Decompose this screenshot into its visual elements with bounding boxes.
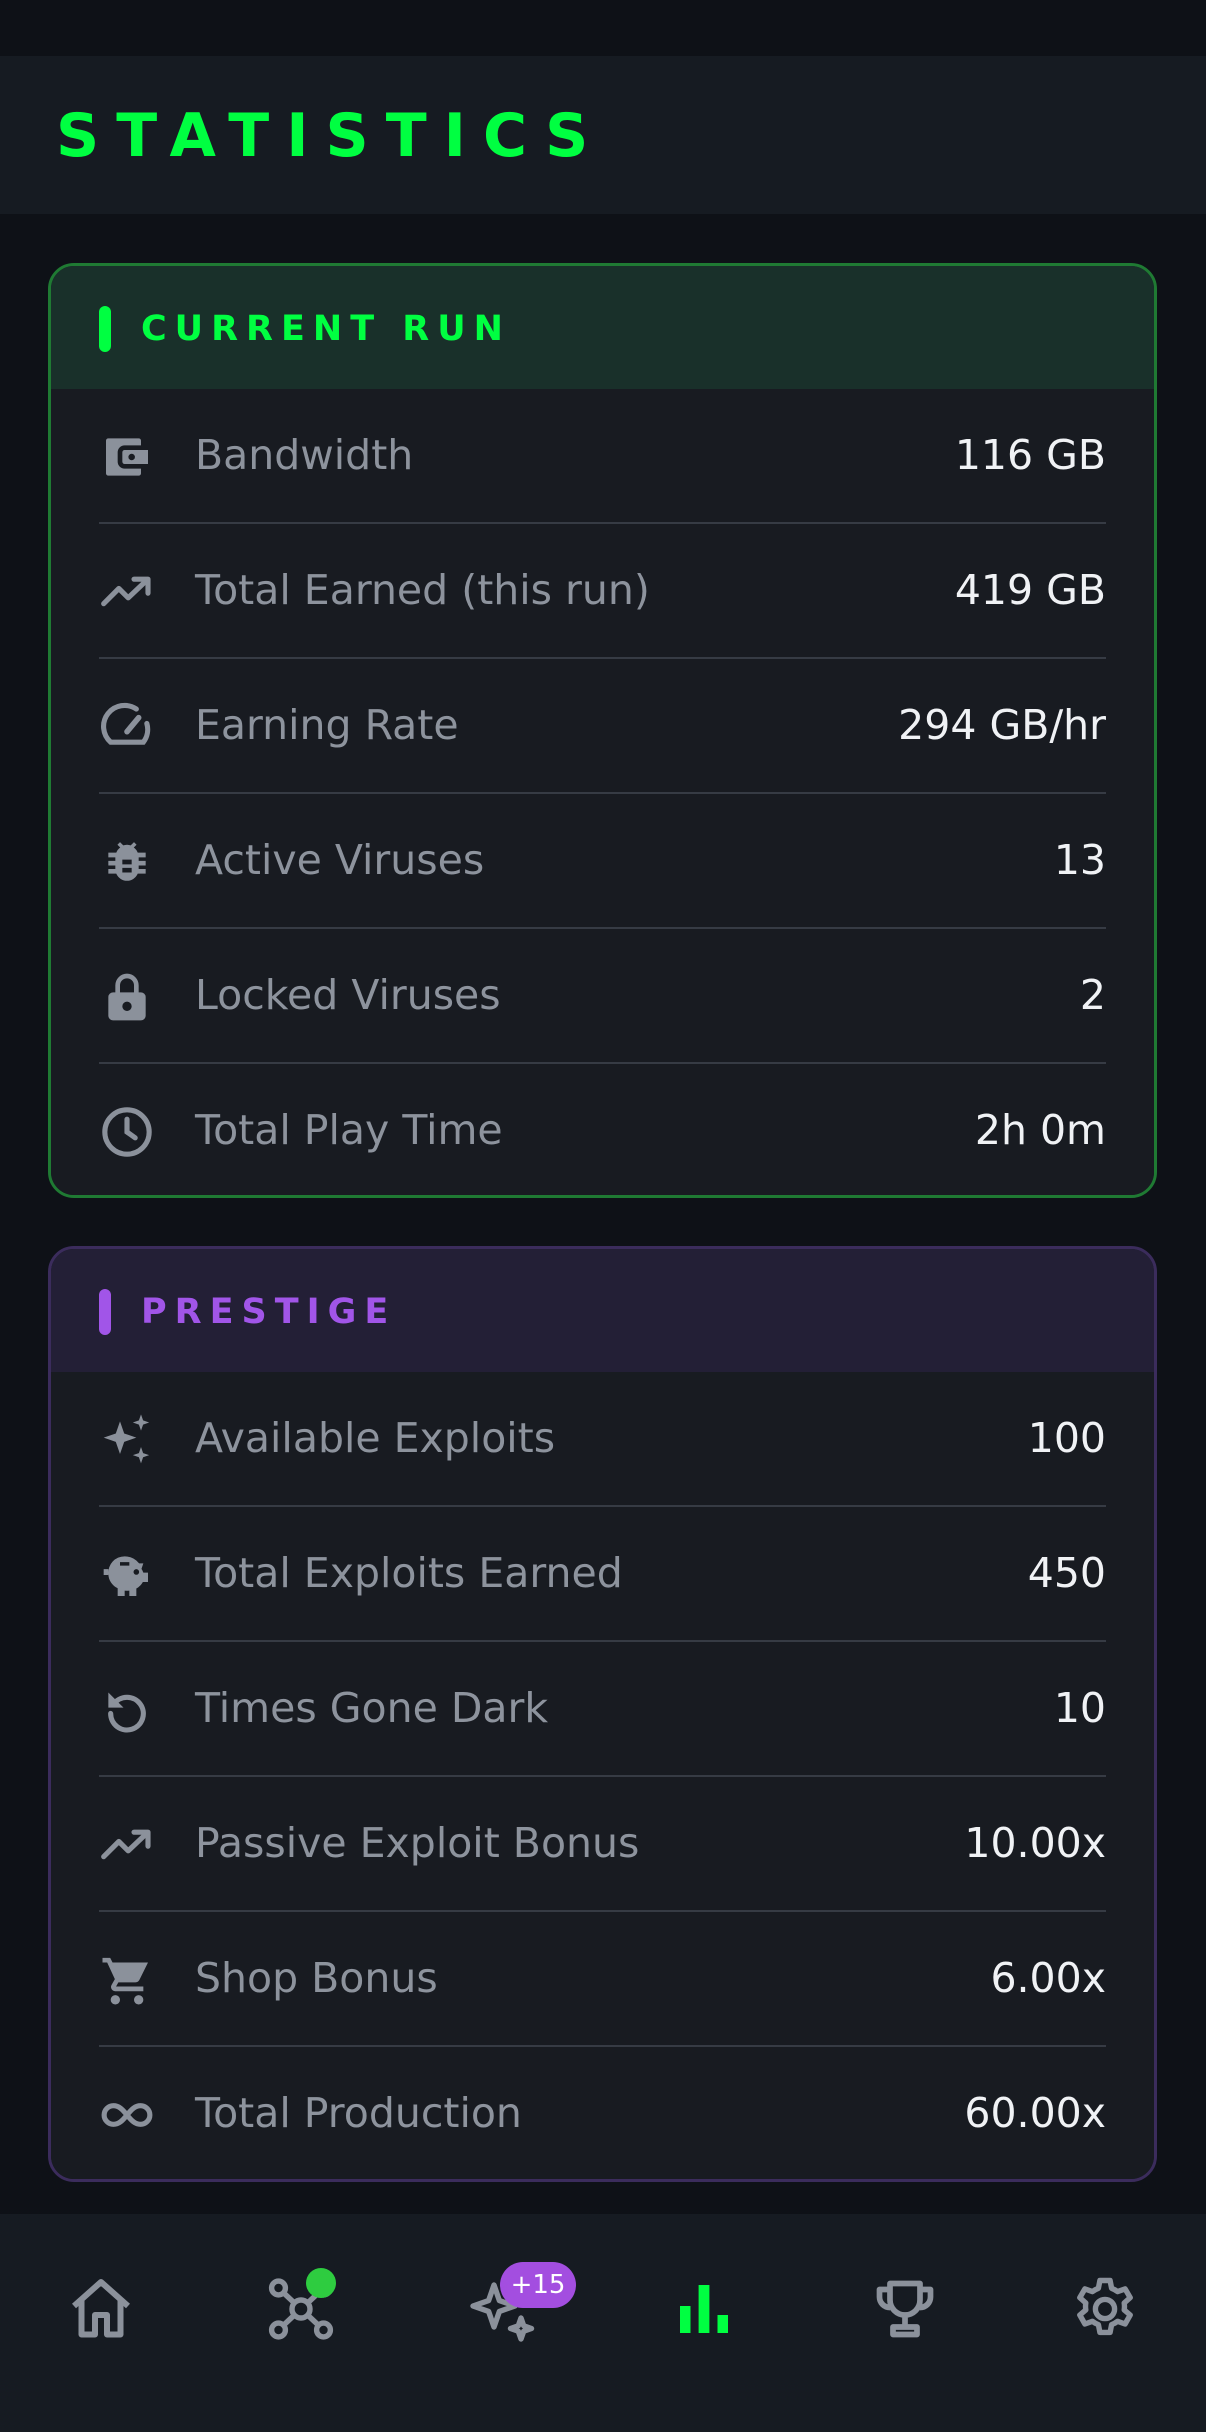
- sparkles-icon: [99, 1412, 155, 1468]
- stat-label: Active Viruses: [195, 836, 485, 884]
- piggy-bank-icon: [99, 1547, 155, 1603]
- stat-value: 294 GB/hr: [898, 701, 1106, 749]
- trophy-icon: [876, 2280, 934, 2338]
- stat-row-available-exploits: Available Exploits 100: [99, 1372, 1106, 1507]
- current-run-card: CURRENT RUN Bandwidth 116 GB Total Earne…: [48, 263, 1157, 1198]
- prestige-card: PRESTIGE Available Exploits 100 Total Ex…: [48, 1246, 1157, 2182]
- clock-icon: [99, 1104, 155, 1160]
- stat-label: Total Earned (this run): [195, 566, 650, 614]
- stat-value: 100: [1027, 1414, 1106, 1462]
- home-icon: [72, 2279, 130, 2338]
- nav-achievements[interactable]: [860, 2264, 950, 2354]
- stat-value: 450: [1027, 1549, 1106, 1597]
- stat-label: Shop Bonus: [195, 1954, 438, 2002]
- count-badge: +15: [500, 2262, 576, 2308]
- reset-icon: [99, 1682, 155, 1738]
- nav-home[interactable]: [56, 2264, 146, 2354]
- notification-dot: [306, 2268, 336, 2298]
- infinity-icon: [99, 2087, 155, 2143]
- stat-value: 2: [1079, 971, 1106, 1019]
- stat-value: 419 GB: [954, 566, 1106, 614]
- bar-chart-icon: [680, 2285, 728, 2333]
- stat-value: 2h 0m: [974, 1106, 1106, 1154]
- stat-row-total-earned: Total Earned (this run) 419 GB: [99, 524, 1106, 659]
- stat-value: 10: [1053, 1684, 1106, 1732]
- stat-value: 60.00x: [964, 2089, 1106, 2137]
- current-run-rows: Bandwidth 116 GB Total Earned (this run)…: [51, 389, 1154, 1195]
- stat-value: 13: [1053, 836, 1106, 884]
- prestige-header: PRESTIGE: [51, 1249, 1154, 1372]
- gear-icon: [1077, 2277, 1133, 2336]
- cart-icon: [99, 1952, 155, 2008]
- stat-row-shop-bonus: Shop Bonus 6.00x: [99, 1912, 1106, 2047]
- nav-settings[interactable]: [1060, 2264, 1150, 2354]
- stat-value: 6.00x: [990, 1954, 1106, 2002]
- stat-value: 10.00x: [964, 1819, 1106, 1867]
- bug-icon: [99, 834, 155, 890]
- bottom-nav: +15: [0, 2214, 1206, 2432]
- stat-label: Earning Rate: [195, 701, 459, 749]
- stat-value: 116 GB: [954, 431, 1106, 479]
- stat-row-locked-viruses: Locked Viruses 2: [99, 929, 1106, 1064]
- stat-row-total-exploits-earned: Total Exploits Earned 450: [99, 1507, 1106, 1642]
- nav-network[interactable]: [256, 2264, 346, 2354]
- trending-up-icon: [99, 1817, 155, 1873]
- stat-label: Total Play Time: [195, 1106, 503, 1154]
- current-run-title: CURRENT RUN: [141, 309, 511, 349]
- stat-row-times-gone-dark: Times Gone Dark 10: [99, 1642, 1106, 1777]
- stat-row-bandwidth: Bandwidth 116 GB: [99, 389, 1106, 524]
- nav-prestige[interactable]: +15: [458, 2262, 576, 2354]
- current-run-header: CURRENT RUN: [51, 266, 1154, 389]
- stat-label: Available Exploits: [195, 1414, 556, 1462]
- header: STATISTICS: [0, 56, 1206, 214]
- accent-bar: [99, 1289, 111, 1335]
- accent-bar: [99, 306, 111, 352]
- stat-row-active-viruses: Active Viruses 13: [99, 794, 1106, 929]
- nav-statistics[interactable]: [659, 2264, 749, 2354]
- statistics-screen: STATISTICS CURRENT RUN Bandwidth 116 GB …: [0, 0, 1206, 2432]
- lock-icon: [99, 969, 155, 1025]
- stat-label: Locked Viruses: [195, 971, 501, 1019]
- stat-label: Passive Exploit Bonus: [195, 1819, 640, 1867]
- wallet-icon: [99, 429, 155, 485]
- prestige-title: PRESTIGE: [141, 1292, 397, 1332]
- trending-up-icon: [99, 564, 155, 620]
- prestige-rows: Available Exploits 100 Total Exploits Ea…: [51, 1372, 1154, 2179]
- stat-row-play-time: Total Play Time 2h 0m: [99, 1064, 1106, 1195]
- stat-label: Bandwidth: [195, 431, 414, 479]
- stat-label: Times Gone Dark: [195, 1684, 549, 1732]
- stat-label: Total Exploits Earned: [195, 1549, 623, 1597]
- speedometer-icon: [99, 699, 155, 755]
- page-title: STATISTICS: [56, 101, 606, 171]
- stat-row-total-production: Total Production 60.00x: [99, 2047, 1106, 2179]
- stat-row-earning-rate: Earning Rate 294 GB/hr: [99, 659, 1106, 794]
- stat-label: Total Production: [195, 2089, 522, 2137]
- stat-row-passive-exploit-bonus: Passive Exploit Bonus 10.00x: [99, 1777, 1106, 1912]
